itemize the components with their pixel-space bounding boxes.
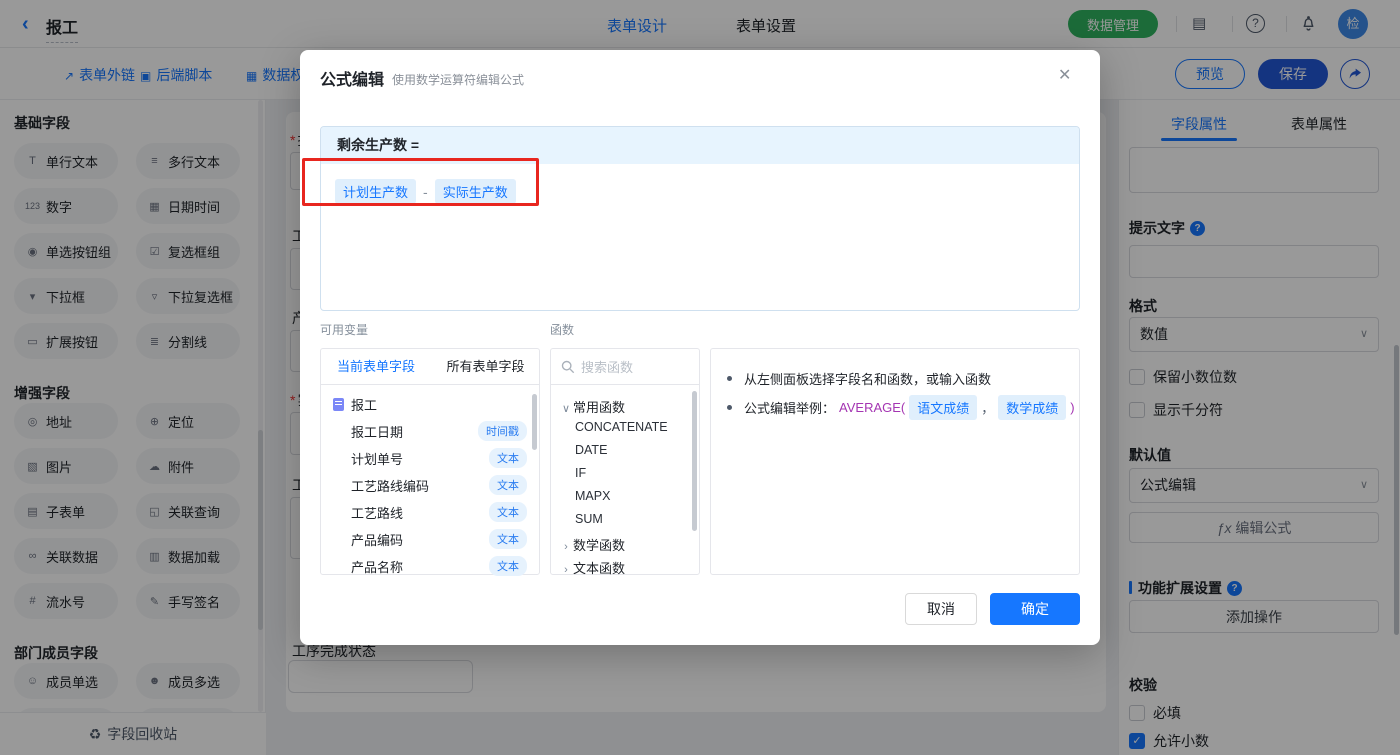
close-icon[interactable]: ✕ xyxy=(1058,65,1071,85)
variable-row[interactable]: 产品编码 文本 xyxy=(321,526,539,552)
field-chip[interactable]: 实际生产数 xyxy=(434,179,516,204)
field-chip[interactable]: 计划生产数 xyxy=(335,179,417,204)
search-icon xyxy=(561,360,575,374)
variable-row[interactable]: 产品名称 文本 xyxy=(321,553,539,579)
scrollbar-thumb[interactable] xyxy=(532,394,537,450)
variable-row[interactable]: 工艺路线 文本 xyxy=(321,499,539,525)
example-chip: 语文成绩 xyxy=(909,395,978,420)
form-node[interactable]: 报工 xyxy=(321,391,539,417)
variables-panel: 当前表单字段 所有表单字段 报工 报工日期 时间戳 计划单号 文本 工艺路线编码 文本… xyxy=(320,348,540,576)
scrollbar-thumb[interactable] xyxy=(692,391,697,531)
function-item[interactable]: IF xyxy=(551,466,699,480)
help-example-line: 公式编辑举例： AVERAGE( 语文成绩 ， 数学成绩 ) xyxy=(727,395,1075,420)
caret-right-icon: › xyxy=(564,564,568,576)
type-badge: 文本 xyxy=(489,502,527,522)
form-icon xyxy=(333,397,344,411)
caret-right-icon: › xyxy=(564,541,568,553)
modal-subtitle: 使用数学运算符编辑公式 xyxy=(392,73,525,87)
function-group-math[interactable]: › 数学函数 xyxy=(551,535,699,554)
variable-row[interactable]: 报工日期 时间戳 xyxy=(321,418,539,444)
type-badge: 文本 xyxy=(489,448,527,468)
example-chip: 数学成绩 xyxy=(998,395,1067,420)
function-close-paren: ) xyxy=(1070,400,1075,415)
formula-help-panel: 从左侧面板选择字段名和函数，或输入函数 公式编辑举例： AVERAGE( 语文成绩… xyxy=(710,348,1080,575)
comma: ， xyxy=(981,401,995,416)
help-line: 从左侧面板选择字段名和函数，或输入函数 xyxy=(727,369,991,388)
variable-row[interactable]: 工艺路线编码 文本 xyxy=(321,472,539,498)
formula-expression: 计划生产数 - 实际生产数 xyxy=(335,179,516,204)
minus-operator: - xyxy=(423,183,428,200)
function-group-common[interactable]: ∨ 常用函数 xyxy=(551,397,699,416)
search-input[interactable] xyxy=(581,356,686,378)
variables-label: 可用变量 xyxy=(320,323,369,337)
functions-panel: ∨常用函数 CONCATENATE DATE IF MAPX SUM ›数学函数… xyxy=(550,348,700,577)
function-item[interactable]: SUM xyxy=(551,512,699,526)
type-badge: 时间戳 xyxy=(478,421,527,441)
modal-title: 公式编辑 xyxy=(320,72,385,89)
formula-editor-modal: 公式编辑 使用数学运算符编辑公式 ✕ 剩余生产数 = 计划生产数 - 实际生产数… xyxy=(300,50,1100,645)
variable-row[interactable]: 计划单号 文本 xyxy=(321,445,539,471)
confirm-button[interactable]: 确定 xyxy=(990,593,1080,625)
formula-editor[interactable]: 剩余生产数 = 计划生产数 - 实际生产数 xyxy=(320,126,1080,311)
tab-current-form-fields[interactable]: 当前表单字段 xyxy=(321,349,431,385)
formula-result-row: 剩余生产数 = xyxy=(321,127,1079,164)
function-item[interactable]: DATE xyxy=(551,443,699,457)
caret-down-icon: ∨ xyxy=(561,403,571,415)
type-badge: 文本 xyxy=(489,529,527,549)
type-badge: 文本 xyxy=(489,556,527,576)
function-search xyxy=(551,349,699,385)
function-item[interactable]: MAPX xyxy=(551,489,699,503)
function-item[interactable]: CONCATENATE xyxy=(551,420,699,434)
tab-all-form-fields[interactable]: 所有表单字段 xyxy=(431,349,540,385)
cancel-button[interactable]: 取消 xyxy=(905,593,977,625)
function-group-text[interactable]: › 文本函数 xyxy=(551,558,699,577)
type-badge: 文本 xyxy=(489,475,527,495)
functions-label: 函数 xyxy=(550,323,575,337)
function-name: AVERAGE( xyxy=(839,400,906,415)
